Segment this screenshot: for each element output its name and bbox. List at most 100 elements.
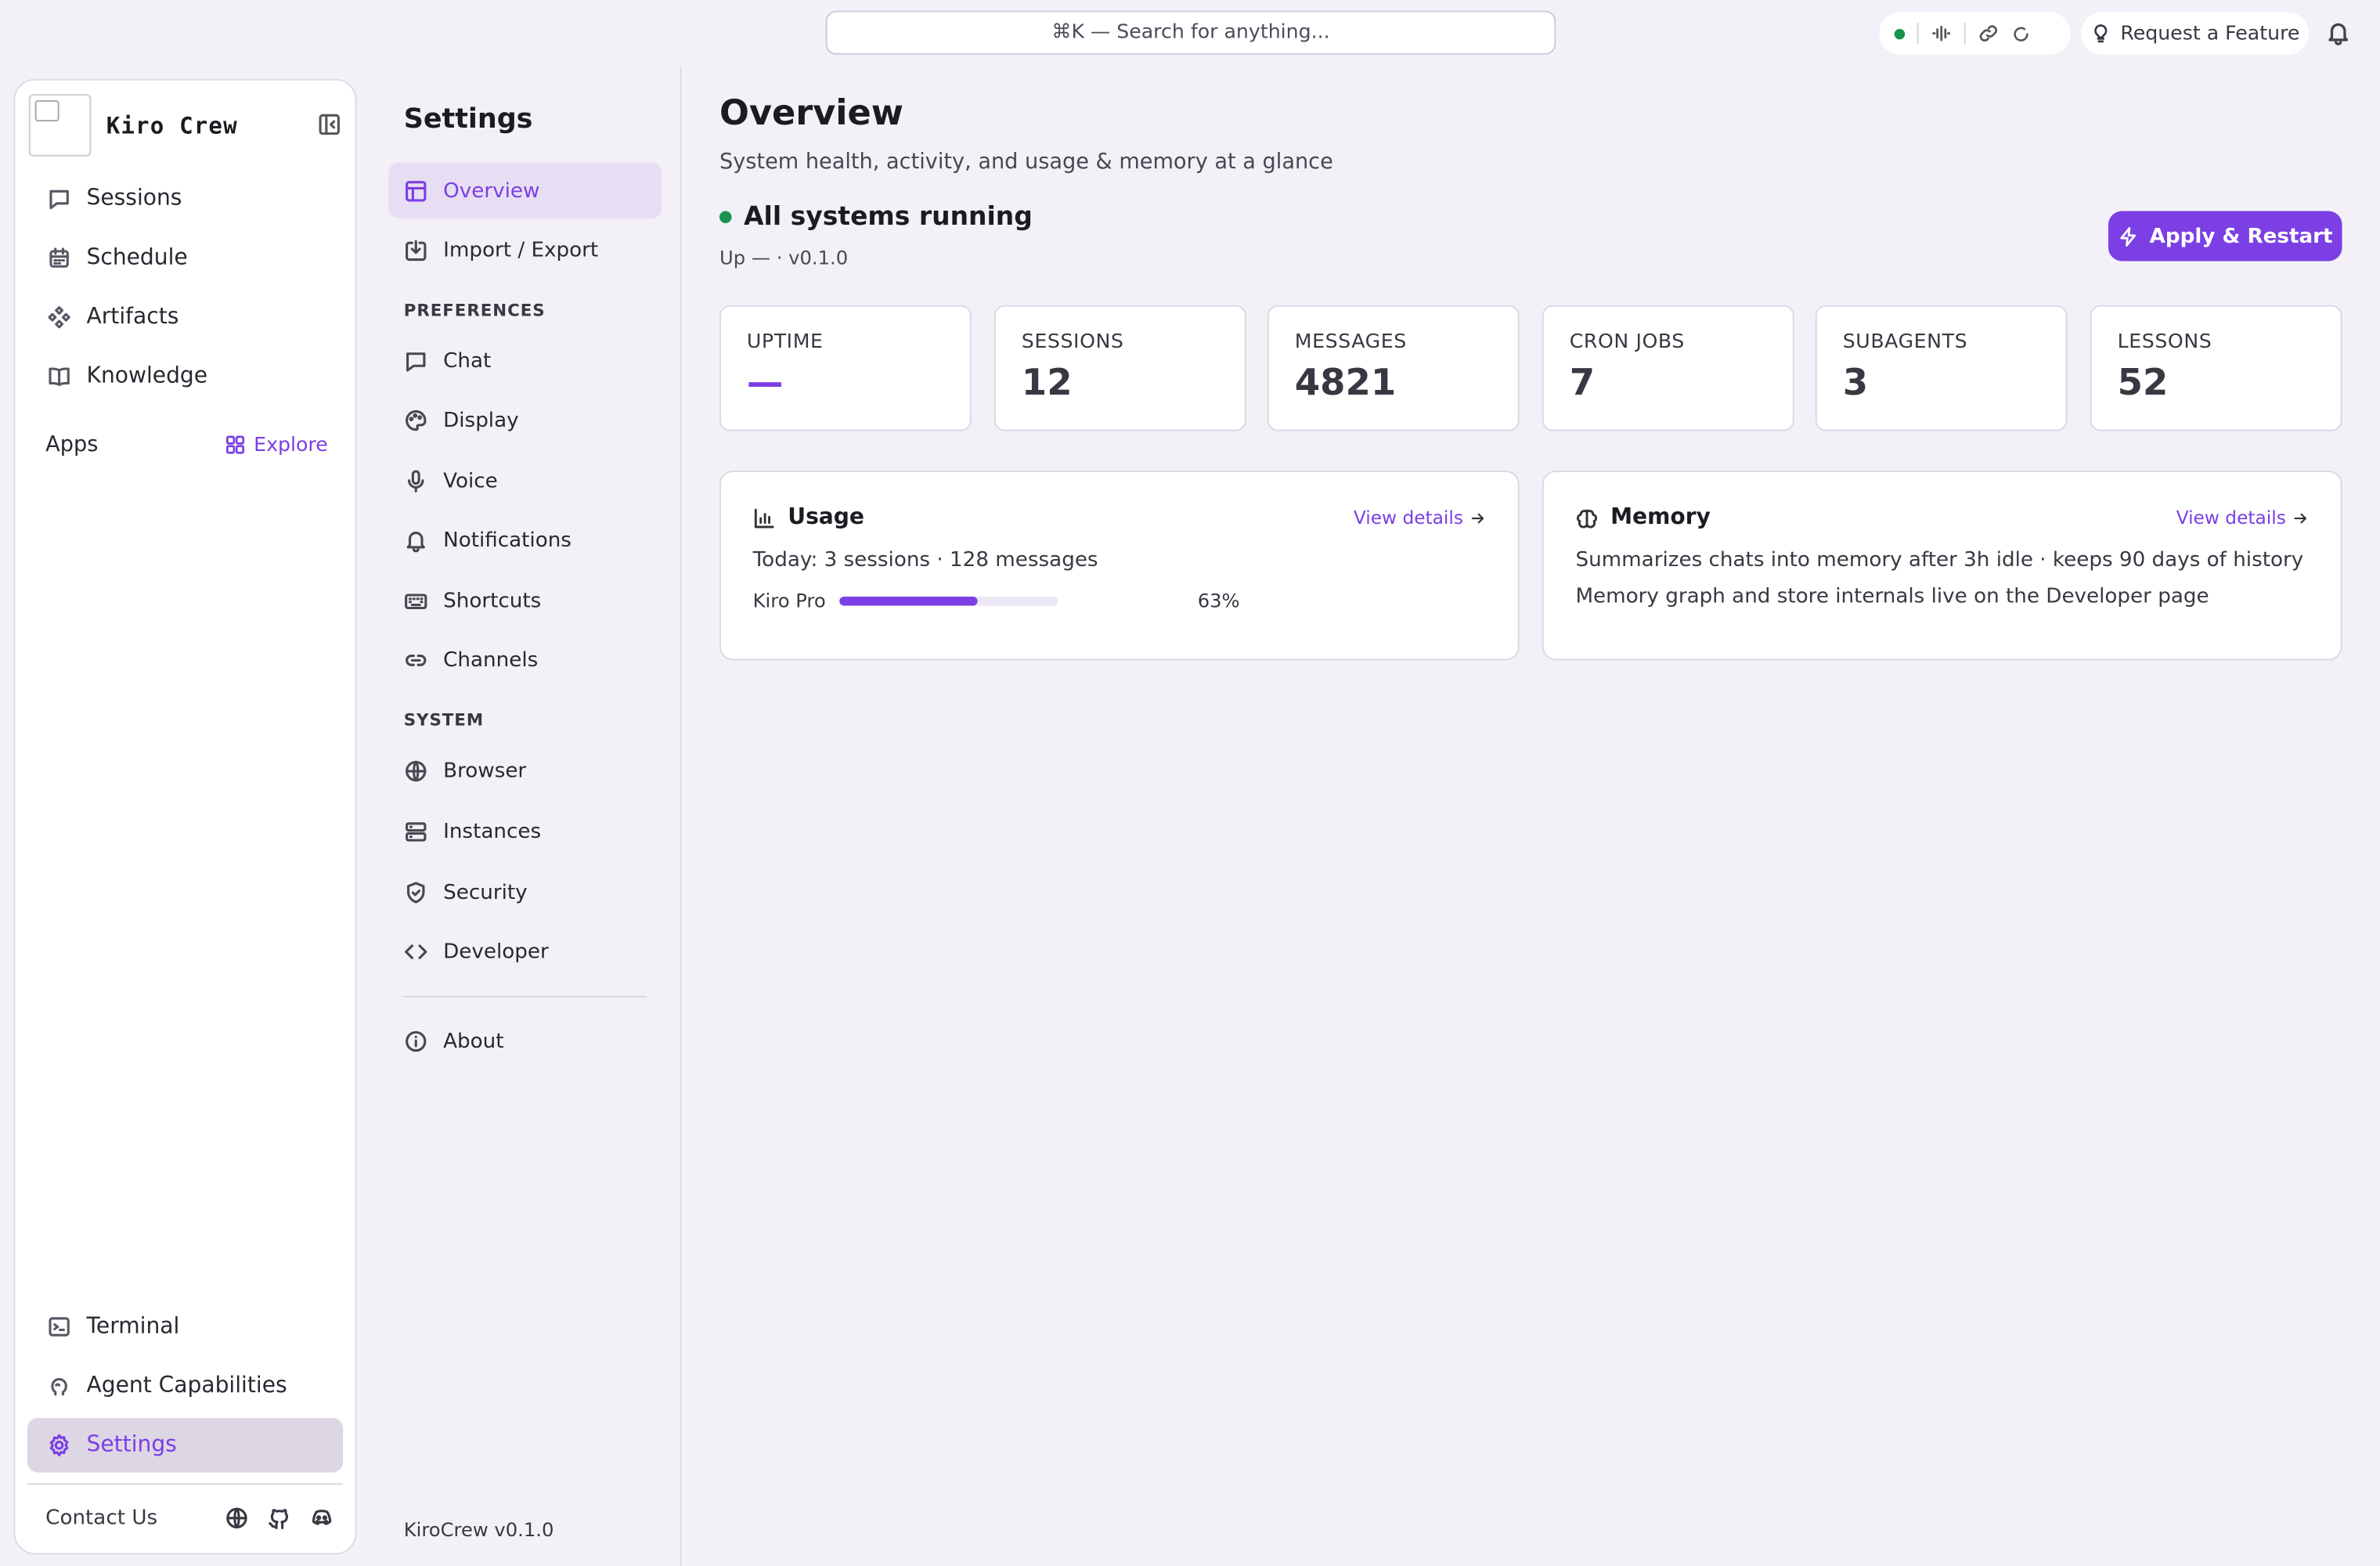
keyboard-icon: [404, 588, 428, 612]
usage-title: Usage: [788, 505, 864, 530]
sidebar-item-agent-capabilities[interactable]: Agent Capabilities: [27, 1359, 343, 1413]
settings-item-developer[interactable]: Developer: [388, 923, 662, 980]
settings-item-label: Notifications: [443, 527, 572, 552]
usage-plan-row: Kiro Pro 63%: [753, 589, 1486, 612]
stat-card-lessons: LESSONS 52: [2090, 305, 2342, 431]
notifications-bell-icon[interactable]: [2325, 20, 2351, 45]
gear-icon: [47, 1433, 71, 1457]
settings-item-label: Import / Export: [443, 237, 599, 262]
globe-icon[interactable]: [225, 1506, 249, 1530]
collapse-sidebar-icon[interactable]: [317, 112, 341, 136]
github-icon[interactable]: [267, 1506, 291, 1530]
stat-label: UPTIME: [746, 330, 824, 354]
settings-item-voice[interactable]: Voice: [388, 453, 662, 509]
sidebar-item-artifacts[interactable]: Artifacts: [27, 290, 343, 345]
code-icon: [404, 939, 428, 963]
chat-icon: [47, 186, 71, 211]
settings-item-instances[interactable]: Instances: [388, 803, 662, 860]
settings-item-label: Voice: [443, 468, 498, 493]
usage-today: Today: 3 sessions · 128 messages: [752, 547, 1098, 572]
bell-icon: [404, 528, 428, 552]
settings-title: Settings: [403, 103, 533, 135]
stat-value: 4821: [1294, 361, 1397, 404]
contact-row: Contact Us: [45, 1506, 334, 1530]
settings-item-notifications[interactable]: Notifications: [388, 511, 662, 568]
terminal-icon: [47, 1315, 71, 1339]
divider: [27, 1483, 344, 1485]
status-pill[interactable]: [1879, 12, 2071, 55]
usage-view-details-link[interactable]: View details: [1354, 507, 1486, 529]
loading-spinner-icon: [2011, 23, 2031, 43]
view-details-label: View details: [2176, 507, 2286, 529]
search-input[interactable]: ⌘K — Search for anything...: [825, 10, 1556, 55]
discord-icon[interactable]: [310, 1506, 334, 1530]
stat-value: 3: [1842, 361, 1869, 404]
stat-card-messages: MESSAGES 4821: [1267, 305, 1520, 431]
sidebar-item-label: Agent Capabilities: [86, 1373, 287, 1398]
divider: [1917, 23, 1919, 45]
apply-restart-label: Apply & Restart: [2149, 223, 2333, 248]
brand[interactable]: Kiro Crew: [28, 94, 238, 157]
contact-us-link[interactable]: Contact Us: [45, 1506, 157, 1530]
request-feature-label: Request a Feature: [2120, 22, 2300, 45]
settings-item-label: Developer: [443, 939, 549, 964]
artifacts-icon: [47, 305, 71, 330]
page-title: Overview: [719, 94, 904, 134]
settings-item-security[interactable]: Security: [388, 864, 662, 920]
preferences-heading: PREFERENCES: [403, 300, 546, 321]
stat-value: —: [746, 361, 784, 404]
stat-card-cron-jobs: CRON JOBS 7: [1542, 305, 1794, 431]
link-icon[interactable]: [1978, 23, 1999, 44]
arrow-right-icon: [1469, 509, 1486, 525]
settings-item-label: Display: [443, 407, 519, 432]
waveform-icon[interactable]: [1931, 23, 1952, 44]
explore-label: Explore: [254, 433, 328, 456]
settings-item-channels[interactable]: Channels: [388, 632, 662, 688]
apply-restart-button[interactable]: Apply & Restart: [2108, 211, 2342, 262]
sidebar-item-label: Terminal: [86, 1315, 180, 1340]
sidebar-item-label: Settings: [86, 1433, 177, 1458]
sidebar-item-schedule[interactable]: Schedule: [27, 231, 343, 286]
usage-card: Usage View details Today: 3 sessions · 1…: [719, 471, 1520, 661]
settings-item-browser[interactable]: Browser: [388, 742, 662, 799]
sidebar-item-knowledge[interactable]: Knowledge: [27, 349, 343, 404]
stat-value: 52: [2117, 361, 2169, 404]
sidebar-item-label: Knowledge: [86, 364, 208, 389]
link-icon: [404, 648, 428, 672]
download-icon: [404, 237, 428, 262]
stat-card-subagents: SUBAGENTS 3: [1815, 305, 2068, 431]
settings-item-display[interactable]: Display: [388, 392, 662, 448]
sidebar-item-sessions[interactable]: Sessions: [27, 171, 343, 226]
globe-icon: [404, 758, 428, 782]
connection-status-dot: [1894, 27, 1906, 39]
sidebar-item-terminal[interactable]: Terminal: [27, 1300, 343, 1355]
memory-title: Memory: [1610, 505, 1711, 530]
stat-value: 12: [1021, 361, 1073, 404]
chat-icon: [404, 348, 428, 373]
mic-icon: [404, 468, 428, 493]
arrow-right-icon: [2292, 509, 2309, 525]
settings-item-label: Instances: [443, 818, 542, 844]
brain-icon: [47, 1374, 71, 1398]
stat-label: SESSIONS: [1021, 330, 1124, 354]
stat-card-uptime: UPTIME —: [719, 305, 972, 431]
divider: [1964, 23, 1966, 45]
settings-item-about[interactable]: About: [388, 1012, 662, 1069]
settings-item-import-export[interactable]: Import / Export: [388, 222, 662, 278]
brand-logo: [28, 94, 92, 157]
plan-name: Kiro Pro: [752, 589, 826, 612]
system-heading: SYSTEM: [403, 710, 485, 731]
sidebar-item-settings[interactable]: Settings: [27, 1417, 344, 1473]
explore-apps-link[interactable]: Explore: [225, 433, 328, 456]
shield-icon: [404, 880, 428, 904]
sidebar-item-label: Schedule: [86, 246, 188, 271]
memory-line-2: Memory graph and store internals live on…: [1575, 584, 2209, 609]
settings-item-shortcuts[interactable]: Shortcuts: [388, 572, 662, 629]
settings-item-overview[interactable]: Overview: [388, 162, 662, 219]
memory-view-details-link[interactable]: View details: [2176, 507, 2309, 529]
settings-item-chat[interactable]: Chat: [388, 333, 662, 389]
request-feature-button[interactable]: Request a Feature: [2081, 12, 2309, 55]
system-meta: Up — · v0.1.0: [719, 246, 849, 269]
sidebar-item-label: Artifacts: [86, 305, 179, 330]
info-icon: [404, 1029, 428, 1053]
